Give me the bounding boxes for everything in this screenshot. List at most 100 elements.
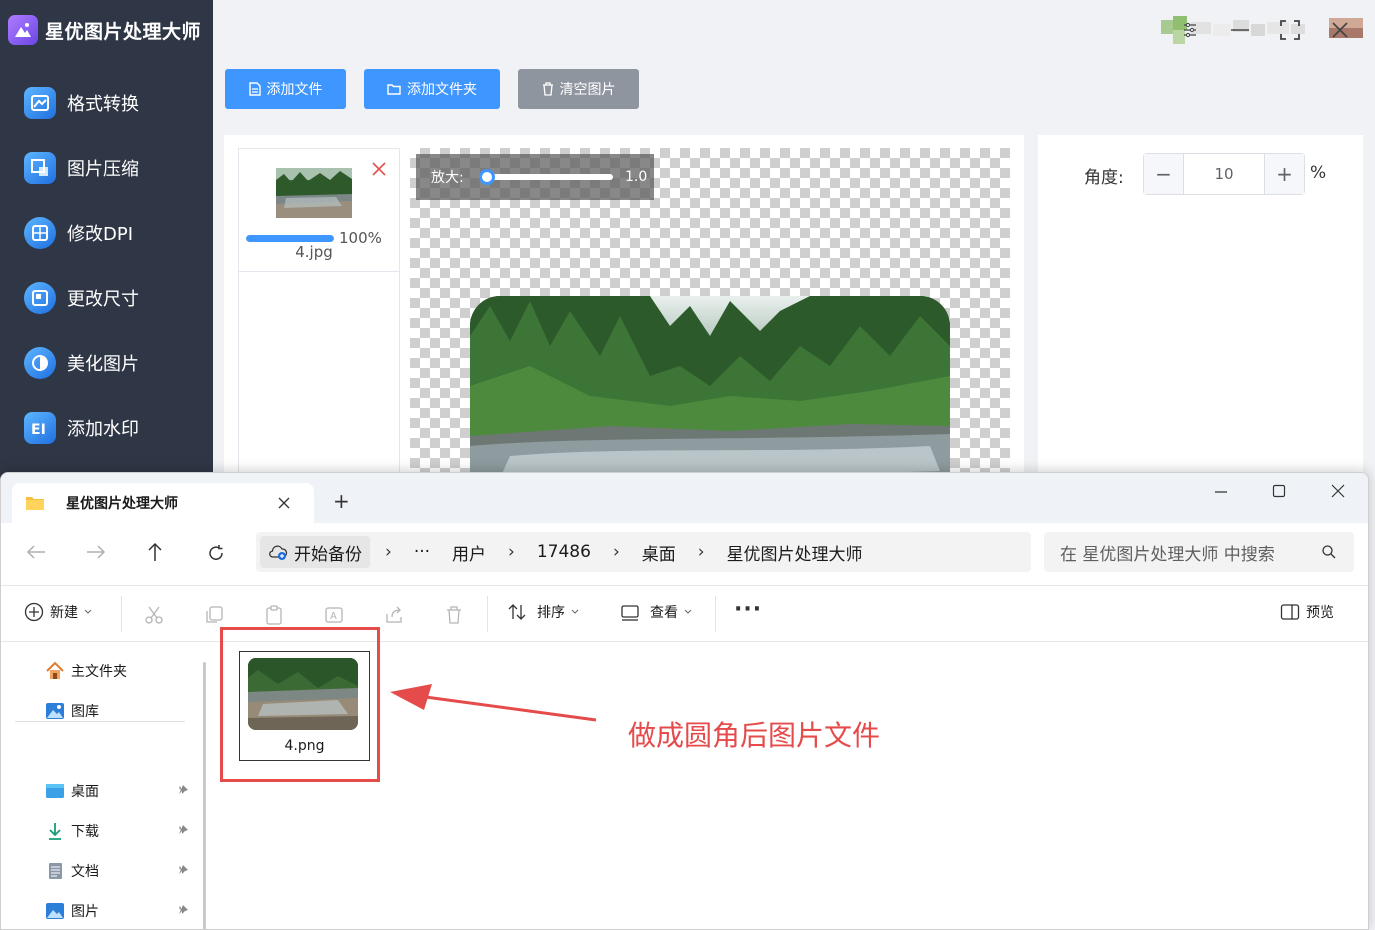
- delete-icon[interactable]: [444, 605, 464, 625]
- divider: [121, 596, 122, 632]
- close-icon[interactable]: [1326, 16, 1354, 44]
- sort-label: 排序: [537, 605, 565, 621]
- copy-icon[interactable]: [204, 605, 224, 625]
- search-icon[interactable]: [1322, 545, 1336, 559]
- svg-text:A: A: [330, 611, 337, 622]
- sort-button[interactable]: 排序: [507, 602, 579, 622]
- pin-icon[interactable]: [177, 784, 189, 796]
- cut-icon[interactable]: [144, 605, 164, 625]
- view-icon: [621, 605, 639, 621]
- share-icon[interactable]: [384, 605, 404, 625]
- clear-images-button[interactable]: 清空图片: [518, 69, 639, 109]
- nav-item-watermark[interactable]: EI 添加水印: [24, 410, 139, 446]
- zoom-control: 放大: 1.0: [416, 154, 654, 200]
- explorer-command-bar: 新建 A 排序 查看 ··· 预览: [1, 585, 1368, 642]
- breadcrumb-item-user-id[interactable]: 17486: [537, 542, 591, 562]
- rename-icon[interactable]: A: [324, 605, 344, 625]
- address-bar[interactable]: 开始备份 › ··· 用户 › 17486 › 桌面 › 星优图片处理大师: [256, 532, 1031, 572]
- file-card[interactable]: 100% 4.jpg: [238, 148, 400, 478]
- add-folder-label: 添加文件夹: [407, 82, 477, 98]
- remove-file-icon[interactable]: [371, 161, 387, 181]
- nav-desktop[interactable]: 桌面: [45, 781, 99, 801]
- nav-gallery-label: 图库: [71, 704, 99, 720]
- document-icon: [49, 863, 62, 879]
- nav-gallery[interactable]: 图库: [45, 701, 99, 721]
- refresh-icon[interactable]: [207, 544, 225, 562]
- breadcrumb-item-users[interactable]: 用户: [452, 540, 486, 565]
- nav-item-image-compress[interactable]: 图片压缩: [24, 150, 139, 186]
- back-arrow-icon[interactable]: [26, 544, 46, 560]
- breadcrumb-separator: ›: [385, 542, 392, 562]
- nav-label: 图片压缩: [67, 159, 139, 180]
- preview-button[interactable]: 预览: [1280, 602, 1334, 622]
- zoom-slider-thumb[interactable]: [479, 169, 495, 185]
- nav-documents[interactable]: 文档: [45, 861, 99, 881]
- angle-stepper[interactable]: − 10 +: [1143, 153, 1305, 195]
- paste-icon[interactable]: [264, 605, 284, 625]
- preview-label: 预览: [1306, 605, 1334, 621]
- minimize-icon[interactable]: [1214, 485, 1228, 499]
- pictures-icon: [46, 903, 64, 919]
- trash-icon: [542, 82, 553, 96]
- nav-pictures[interactable]: 图片: [45, 901, 99, 921]
- fullscreen-icon[interactable]: [1276, 16, 1304, 44]
- nav-item-resize[interactable]: 更改尺寸: [24, 280, 139, 316]
- divider: [239, 271, 399, 272]
- minimize-icon[interactable]: [1226, 16, 1254, 44]
- explorer-tab[interactable]: 星优图片处理大师: [12, 483, 314, 523]
- backup-button[interactable]: 开始备份: [260, 536, 370, 568]
- pin-icon[interactable]: [177, 824, 189, 836]
- file-name: 4.jpg: [295, 243, 333, 261]
- breadcrumb-item-desktop[interactable]: 桌面: [642, 540, 676, 565]
- angle-unit: %: [1310, 163, 1327, 183]
- zoom-value: 1.0: [625, 169, 648, 185]
- nav-downloads[interactable]: 下载: [45, 821, 99, 841]
- file-explorer-window: 星优图片处理大师 + 开始备份 › ··· 用户 › 17486 › 桌面 › …: [0, 472, 1369, 930]
- dpi-icon: [24, 217, 56, 249]
- increase-button[interactable]: +: [1264, 154, 1304, 194]
- zoom-slider[interactable]: [479, 169, 613, 185]
- pin-icon[interactable]: [177, 864, 189, 876]
- close-icon[interactable]: [1331, 484, 1345, 498]
- maximize-icon[interactable]: [1272, 484, 1286, 498]
- angle-input[interactable]: 10: [1184, 165, 1264, 183]
- pin-icon[interactable]: [177, 904, 189, 916]
- cloud-backup-icon: [269, 545, 288, 560]
- upload-progress-bar: [246, 235, 334, 242]
- search-box[interactable]: 在 星优图片处理大师 中搜索: [1044, 532, 1354, 572]
- breadcrumb-more[interactable]: ···: [414, 542, 430, 562]
- file-thumbnail: [276, 168, 352, 218]
- new-label: 新建: [50, 605, 78, 621]
- download-icon: [49, 823, 61, 840]
- beautify-icon: [24, 347, 56, 379]
- clear-images-label: 清空图片: [559, 82, 616, 98]
- forward-arrow-icon[interactable]: [86, 544, 106, 560]
- image-convert-icon: [24, 87, 56, 119]
- file-icon: [248, 82, 261, 96]
- folder-icon: [26, 497, 44, 510]
- new-button[interactable]: 新建: [24, 602, 92, 622]
- view-label: 查看: [650, 605, 678, 621]
- divider: [715, 596, 716, 632]
- add-folder-button[interactable]: 添加文件夹: [364, 69, 500, 109]
- settings-sliders-icon[interactable]: [1176, 16, 1204, 44]
- more-options-button[interactable]: ···: [734, 597, 762, 622]
- file-item[interactable]: 4.png: [239, 651, 370, 761]
- add-file-button[interactable]: 添加文件: [225, 69, 346, 109]
- up-arrow-icon[interactable]: [147, 542, 163, 562]
- view-button[interactable]: 查看: [620, 602, 692, 622]
- home-icon: [46, 661, 64, 679]
- divider: [15, 721, 185, 722]
- nav-item-modify-dpi[interactable]: 修改DPI: [24, 215, 133, 251]
- breadcrumb-item-folder[interactable]: 星优图片处理大师: [727, 540, 863, 565]
- decrease-button[interactable]: −: [1144, 154, 1184, 194]
- watermark-icon: EI: [24, 412, 56, 444]
- scrollbar[interactable]: [203, 662, 206, 929]
- nav-home[interactable]: 主文件夹: [45, 661, 127, 681]
- new-tab-button[interactable]: +: [333, 491, 350, 511]
- nav-item-format-convert[interactable]: 格式转换: [24, 85, 139, 121]
- angle-label: 角度:: [1084, 168, 1124, 188]
- nav-item-beautify[interactable]: 美化图片: [24, 345, 139, 381]
- resize-icon: [24, 282, 56, 314]
- close-tab-icon[interactable]: [278, 497, 290, 509]
